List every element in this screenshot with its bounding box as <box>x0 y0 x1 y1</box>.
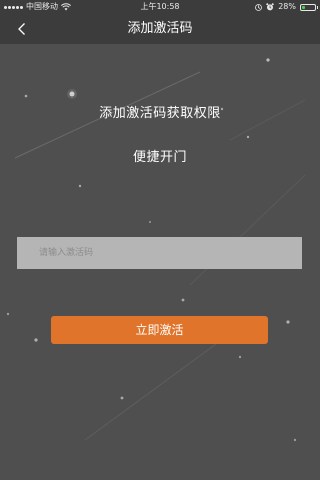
page-title: 添加激活码 <box>127 21 193 36</box>
subline-text: 便捷开门 <box>132 150 187 165</box>
wifi-icon <box>61 3 71 11</box>
activation-code-input[interactable] <box>17 237 302 269</box>
battery-percent: 28% <box>278 2 296 11</box>
status-left: 中国移动 <box>4 0 71 14</box>
location-icon <box>255 3 263 11</box>
activate-button[interactable]: 立即激活 <box>51 316 268 344</box>
signal-icon <box>4 5 23 9</box>
status-bar: 上午10:58 中国移动 28% <box>0 0 320 14</box>
alarm-icon <box>266 3 274 11</box>
battery-icon <box>300 3 318 11</box>
carrier-name: 中国移动 <box>26 2 58 11</box>
activation-screen: 上午10:58 中国移动 28% 添加激活码 添加激活码获取权限 便捷开门 请输… <box>0 0 320 480</box>
navigation-bar: 添加激活码 <box>0 14 320 44</box>
headline-text: 添加激活码获取权限 <box>99 106 221 121</box>
battery-level <box>302 5 305 9</box>
status-right: 28% <box>255 0 318 14</box>
